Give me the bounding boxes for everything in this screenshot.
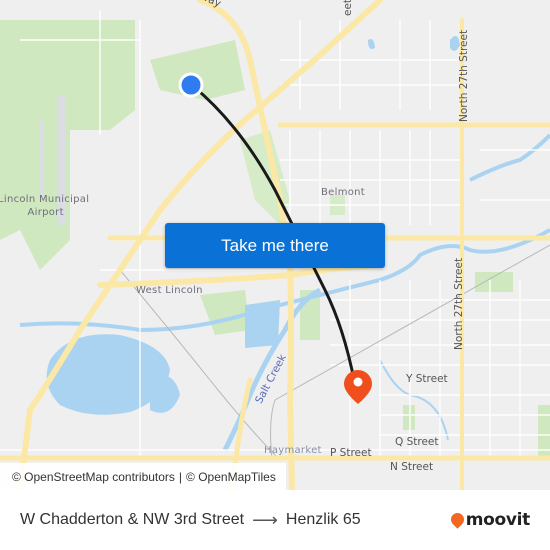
park-area — [70, 20, 135, 130]
park-area — [475, 272, 513, 292]
attribution-separator: | — [178, 469, 183, 484]
take-me-there-button[interactable]: Take me there — [165, 223, 385, 268]
map[interactable]: Lincoln Municipal Airport Belmont West L… — [0, 0, 550, 490]
airport-label: Lincoln Municipal Airport — [0, 193, 89, 219]
moovit-logo[interactable]: moovit — [447, 509, 531, 530]
north-27th-street-label-bottom: North 27th Street — [453, 257, 465, 350]
haymarket-label: Haymarket — [264, 445, 322, 456]
park-area — [200, 290, 250, 335]
moovit-brand-text: moovit — [465, 510, 531, 530]
route-summary: W Chadderton & NW 3rd Street ⟶ Henzlik 6… — [20, 510, 361, 531]
q-street-label: Q Street — [395, 436, 439, 448]
lake — [150, 374, 180, 413]
creek — [469, 133, 550, 182]
west-lincoln-label: West Lincoln — [136, 285, 203, 296]
omt-attribution-link[interactable]: © OpenMapTiles — [186, 470, 276, 484]
street-label-partial: eet — [342, 0, 354, 16]
n-street-label: N Street — [390, 461, 434, 473]
moovit-pin-icon — [447, 509, 467, 529]
map-attribution: © OpenStreetMap contributors | © OpenMap… — [0, 463, 286, 490]
destination-name: Henzlik 65 — [285, 511, 361, 528]
park-area — [403, 405, 415, 430]
footer: W Chadderton & NW 3rd Street ⟶ Henzlik 6… — [0, 490, 550, 550]
origin-name: W Chadderton & NW 3rd Street — [20, 511, 245, 528]
belmont-label: Belmont — [321, 187, 366, 198]
destination-marker — [344, 370, 372, 404]
arrow-right-icon: ⟶ — [252, 509, 278, 530]
park-area — [538, 405, 550, 460]
p-street-label: P Street — [330, 447, 372, 459]
pond — [368, 39, 375, 49]
runway — [40, 120, 44, 200]
north-27th-street-label-top: North 27th Street — [458, 29, 470, 122]
airport-label-line1: Lincoln Municipal — [0, 194, 90, 205]
origin-marker — [178, 72, 204, 98]
y-street-label: Y Street — [406, 373, 448, 385]
osm-attribution-link[interactable]: © OpenStreetMap contributors — [12, 470, 175, 484]
airport-label-line2: Airport — [27, 207, 64, 218]
